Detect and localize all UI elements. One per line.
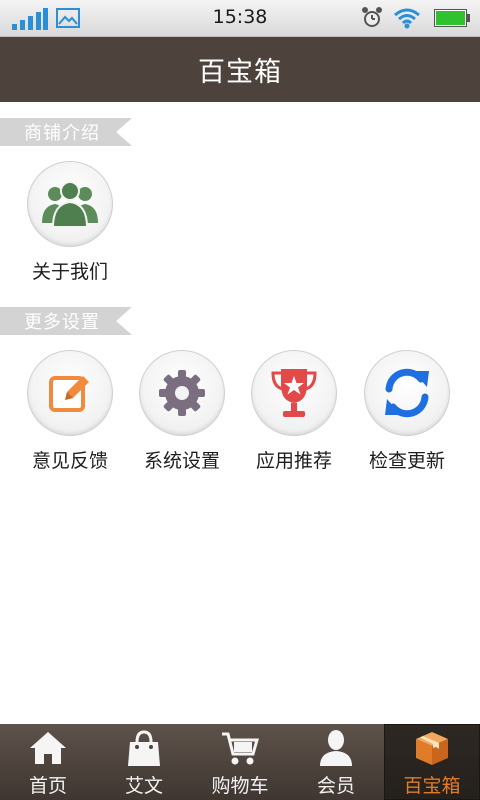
system-settings-button[interactable]: 系统设置: [126, 350, 238, 473]
home-icon: [30, 732, 66, 764]
people-icon: [42, 181, 98, 228]
tab-aiwen[interactable]: 艾文: [96, 724, 192, 800]
tab-label: 会员: [316, 775, 355, 797]
tab-label: 百宝箱: [403, 775, 461, 797]
system-settings-label: 系统设置: [143, 450, 220, 472]
about-us-label: 关于我们: [31, 261, 108, 283]
system-settings-circle: [139, 350, 225, 436]
status-bar: 15:38: [0, 0, 480, 37]
tab-label: 购物车: [211, 775, 269, 797]
section-tag-more-settings: 更多设置: [0, 307, 132, 335]
tab-home[interactable]: 首页: [0, 724, 96, 800]
tab-label: 艾文: [124, 775, 163, 797]
app-recommend-button[interactable]: 应用推荐: [238, 350, 350, 473]
alarm-icon: [362, 7, 382, 27]
bottom-tab-bar: 首页 艾文 购物车 会员 百宝箱: [0, 724, 480, 800]
trophy-icon: [271, 369, 317, 417]
battery-icon: [434, 9, 470, 27]
feedback-circle: [27, 350, 113, 436]
page-title: 百宝箱: [198, 57, 282, 88]
bag-icon: [128, 730, 160, 766]
gear-icon: [159, 370, 205, 416]
check-update-circle: [364, 350, 450, 436]
section-title: 更多设置: [24, 312, 100, 333]
tab-member[interactable]: 会员: [288, 724, 384, 800]
member-icon: [320, 730, 352, 766]
app-recommend-circle: [251, 350, 337, 436]
tab-label: 首页: [28, 775, 67, 797]
check-update-label: 检查更新: [368, 450, 445, 472]
feedback-button[interactable]: 意见反馈: [14, 350, 126, 473]
tab-treasure-box[interactable]: 百宝箱: [384, 724, 480, 800]
cart-icon: [222, 732, 259, 765]
about-us-button[interactable]: 关于我们: [14, 161, 126, 284]
edit-icon: [49, 376, 89, 412]
section-title: 商铺介绍: [24, 123, 100, 144]
wifi-icon: [394, 8, 420, 29]
title-bar: 百宝箱: [0, 37, 480, 102]
check-update-button[interactable]: 检查更新: [351, 350, 463, 473]
section-tag-shop-intro: 商铺介绍: [0, 118, 132, 146]
tab-cart[interactable]: 购物车: [192, 724, 288, 800]
feedback-label: 意见反馈: [31, 450, 108, 472]
about-us-circle: [27, 161, 113, 247]
box-icon: [416, 732, 448, 765]
refresh-icon: [385, 368, 429, 418]
app-recommend-label: 应用推荐: [255, 450, 332, 472]
